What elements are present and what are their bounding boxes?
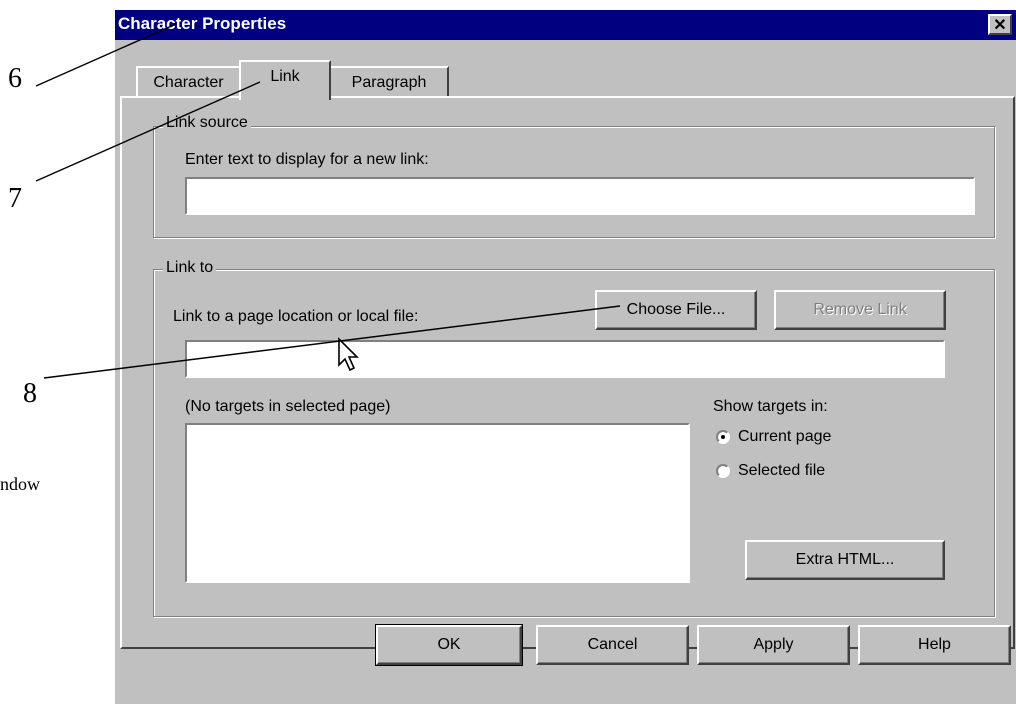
link-to-prompt: Link to a page location or local file:	[173, 308, 419, 325]
radio-button-checked[interactable]	[716, 430, 730, 444]
ok-label: OK	[437, 636, 461, 653]
choose-file-label: Choose File...	[626, 301, 726, 318]
remove-link-button[interactable]: Remove Link	[774, 290, 946, 330]
callout-6: 6	[8, 63, 22, 94]
selected-file-label: Selected file	[738, 462, 826, 479]
arrow-cursor-icon	[338, 337, 359, 372]
close-icon: ✕	[993, 16, 1007, 34]
radio-selected-file[interactable]: Selected file	[716, 462, 825, 480]
link-to-legend: Link to	[163, 259, 217, 277]
link-text-input[interactable]	[185, 177, 975, 215]
help-label: Help	[918, 636, 951, 653]
radio-current-page[interactable]: Current page	[716, 428, 831, 446]
extra-html-label: Extra HTML...	[795, 551, 895, 568]
choose-file-button[interactable]: Choose File...	[595, 290, 757, 330]
show-targets-label: Show targets in:	[713, 398, 828, 415]
callout-8: 8	[23, 378, 37, 409]
tab-link[interactable]: Link	[239, 60, 331, 100]
close-button[interactable]: ✕	[988, 14, 1012, 35]
character-properties-dialog: Character Properties ✕ Character Paragra…	[115, 10, 1016, 704]
tab-character-label: Character	[153, 74, 224, 91]
ok-button[interactable]: OK	[375, 624, 523, 666]
cancel-label: Cancel	[587, 636, 638, 653]
callout-7: 7	[8, 183, 22, 214]
targets-list[interactable]	[185, 423, 690, 583]
help-button[interactable]: Help	[858, 625, 1011, 665]
remove-link-label: Remove Link	[813, 301, 907, 318]
radio-button-unchecked[interactable]	[716, 464, 730, 478]
tab-character[interactable]: Character	[136, 66, 241, 98]
title-bar[interactable]: Character Properties ✕	[115, 10, 1016, 40]
apply-button[interactable]: Apply	[697, 625, 850, 665]
apply-label: Apply	[753, 636, 794, 653]
cancel-button[interactable]: Cancel	[536, 625, 689, 665]
link-source-prompt: Enter text to display for a new link:	[185, 151, 429, 168]
tab-paragraph-label: Paragraph	[351, 74, 427, 91]
link-source-legend: Link source	[163, 114, 251, 132]
current-page-label: Current page	[738, 428, 832, 445]
dialog-title: Character Properties	[118, 14, 287, 33]
targets-label: (No targets in selected page)	[185, 398, 391, 415]
truncated-side-text: ndow	[0, 474, 40, 494]
extra-html-button[interactable]: Extra HTML...	[745, 540, 945, 580]
tab-paragraph[interactable]: Paragraph	[329, 66, 449, 98]
link-location-input[interactable]	[185, 340, 945, 378]
tab-link-label: Link	[270, 68, 300, 85]
